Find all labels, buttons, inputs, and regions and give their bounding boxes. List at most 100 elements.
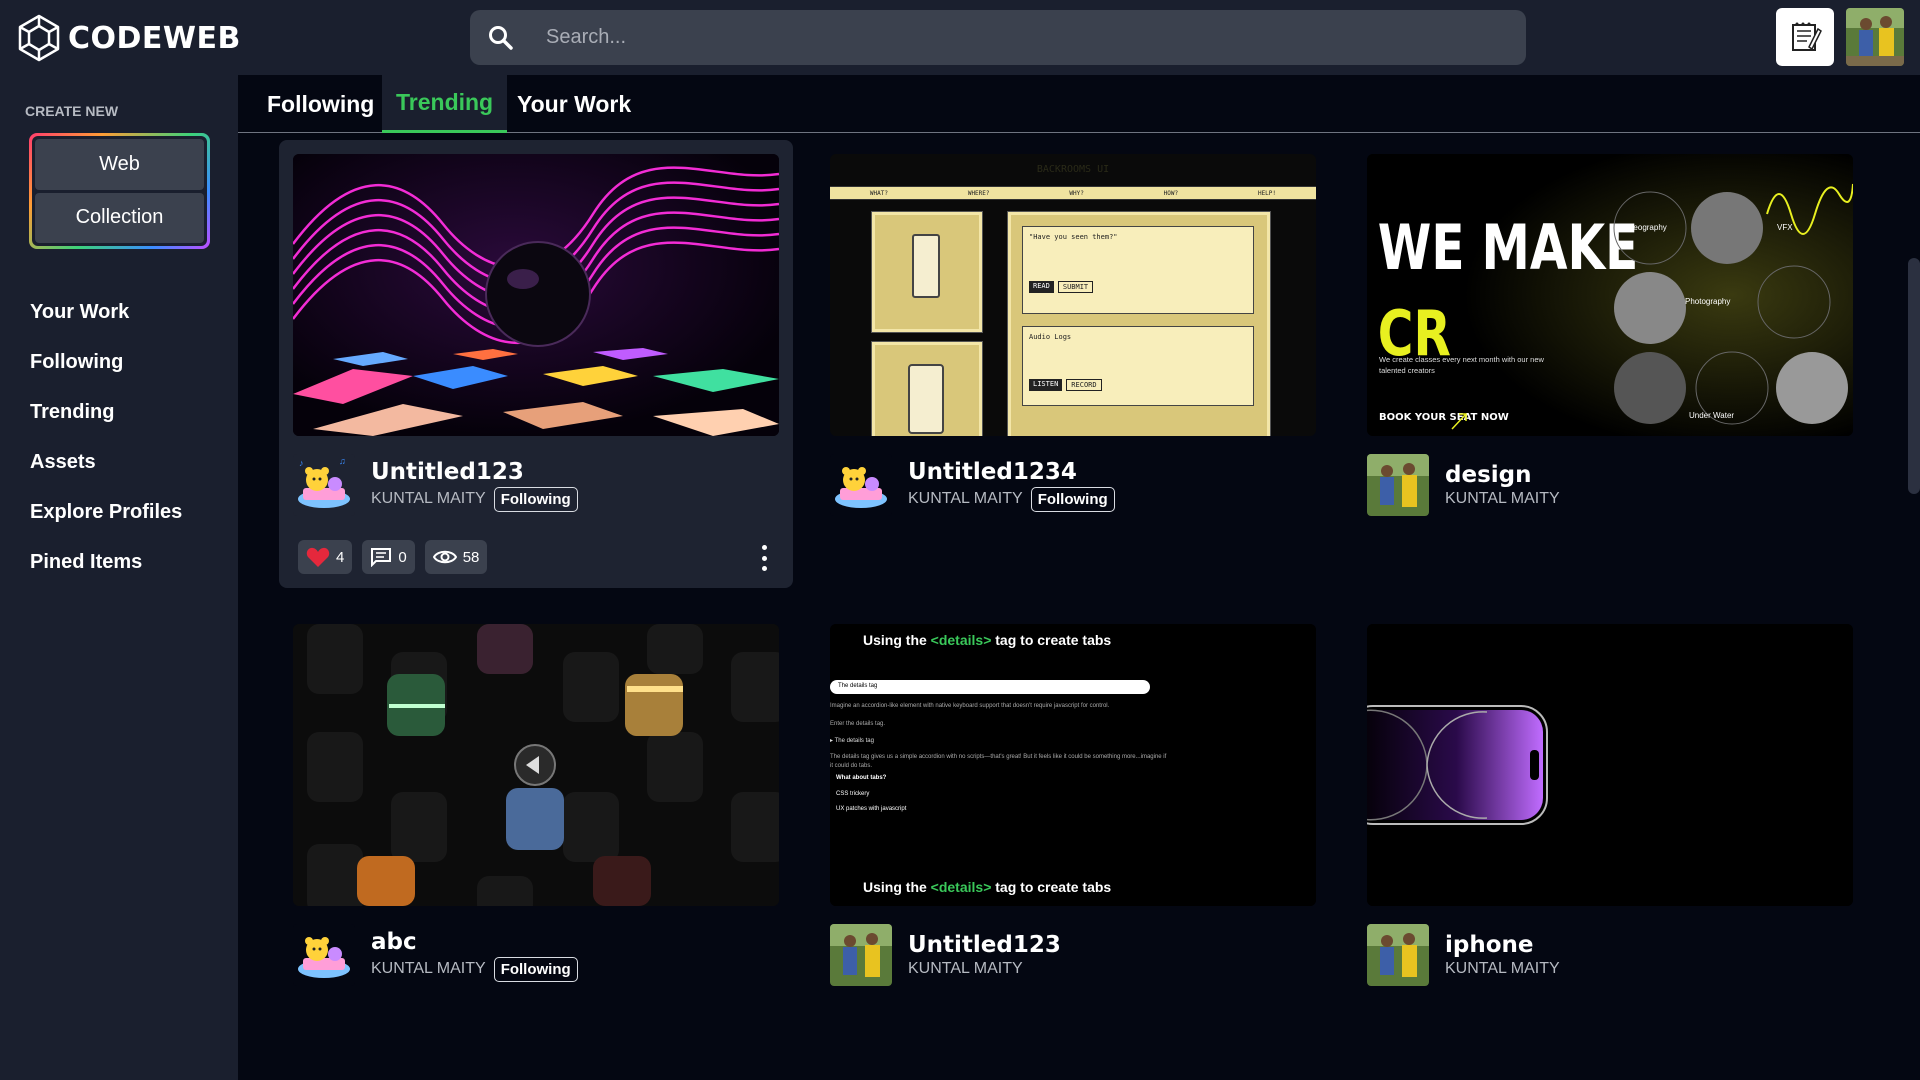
preview-header: BACKROOMS UI [1036, 164, 1110, 175]
sidebar-item-assets[interactable]: Assets [30, 437, 182, 487]
project-card[interactable]: WE MAKE CR We create classes every next … [1353, 140, 1867, 540]
more-options-icon[interactable] [759, 545, 769, 571]
project-author[interactable]: KUNTAL MAITY [908, 490, 1023, 508]
user-avatar[interactable] [1846, 8, 1904, 66]
comment-button[interactable]: 0 [362, 540, 415, 574]
project-title[interactable]: abc [371, 929, 578, 955]
like-count: 4 [336, 548, 345, 566]
sidebar-item-pined-items[interactable]: Pined Items [30, 537, 182, 587]
sidebar-item-following[interactable]: Following [30, 337, 182, 387]
project-card[interactable]: Using the <details> tag to create tabs T… [816, 610, 1330, 1010]
preview-pill: The details tag [830, 680, 1150, 694]
preview-menu-item: HELP! [1257, 189, 1277, 197]
create-web-button[interactable]: Web [35, 139, 204, 190]
preview-heading: Using the <details> tag to create tabs [863, 879, 1112, 895]
preview-line: What about tabs? [836, 774, 887, 781]
project-title[interactable]: Untitled123 [908, 932, 1061, 958]
preview-menu-item: WHY? [1069, 189, 1084, 197]
project-meta: ♪ ♫ Untitled123 KUNTAL MAITY Following [293, 454, 578, 516]
sidebar-item-your-work[interactable]: Your Work [30, 287, 182, 337]
notes-button[interactable] [1776, 8, 1834, 66]
project-card[interactable]: ♪ ♫ Untitled123 KUNTAL MAITY Following 4 … [279, 140, 793, 588]
project-author[interactable]: KUNTAL MAITY [371, 490, 486, 508]
bear-avatar-icon[interactable] [293, 924, 355, 986]
project-title[interactable]: Untitled1234 [908, 459, 1115, 485]
sidebar: CREATE NEW Web Collection Your Work Foll… [0, 75, 238, 1080]
search-icon[interactable] [486, 23, 516, 53]
project-card[interactable]: BACKROOMS UI WHAT? WHERE? WHY? HOW? HELP… [816, 140, 1330, 540]
preview-menu-item: WHAT? [869, 189, 888, 197]
preview-headline: WE MAKE [1378, 212, 1639, 284]
preview-subtext: We create classes every next month with … [1379, 355, 1544, 376]
project-meta: Untitled1234 KUNTAL MAITY Following [830, 454, 1115, 516]
svg-text:♫: ♫ [339, 456, 346, 466]
preview-line: Imagine an accordion-like element with n… [830, 703, 1110, 709]
project-preview[interactable] [1367, 624, 1853, 906]
sidebar-nav: Your Work Following Trending Assets Expl… [30, 287, 182, 587]
tab-trending[interactable]: Trending [382, 75, 508, 133]
bear-avatar-icon[interactable]: ♪ ♫ [293, 454, 355, 516]
bear-avatar-icon[interactable] [830, 454, 892, 516]
preview-menu-item: HOW? [1163, 189, 1179, 197]
project-preview[interactable]: WE MAKE CR We create classes every next … [1367, 154, 1853, 436]
author-photo[interactable] [1367, 454, 1429, 516]
preview-line: UX patches with javascript [836, 806, 907, 813]
project-card[interactable]: abc KUNTAL MAITY Following [279, 610, 793, 1010]
app-logo[interactable]: CODEWEB [18, 14, 241, 62]
notepad-icon [1792, 22, 1822, 51]
project-author[interactable]: KUNTAL MAITY [371, 960, 486, 978]
author-photo[interactable] [830, 924, 892, 986]
cube-logo-icon [18, 14, 60, 62]
preview-button: RECORD [1066, 379, 1102, 391]
preview-line: CSS trickery [836, 790, 870, 797]
preview-button: READ [1029, 281, 1054, 293]
create-collection-button[interactable]: Collection [35, 192, 204, 243]
project-title[interactable]: Untitled123 [371, 459, 578, 485]
sidebar-item-trending[interactable]: Trending [30, 387, 182, 437]
tab-following[interactable]: Following [267, 75, 374, 133]
like-button[interactable]: 4 [298, 540, 353, 574]
create-new-label: CREATE NEW [25, 103, 119, 119]
project-preview[interactable]: Using the <details> tag to create tabs T… [830, 624, 1316, 906]
eye-icon [432, 550, 457, 564]
preview-line: Enter the details tag. [830, 720, 886, 727]
following-badge: Following [493, 956, 578, 982]
project-preview[interactable] [293, 154, 779, 436]
project-card[interactable]: iphone KUNTAL MAITY [1353, 610, 1867, 1010]
author-photo[interactable] [1367, 924, 1429, 986]
preview-label: Photography [1685, 297, 1730, 306]
sidebar-item-explore-profiles[interactable]: Explore Profiles [30, 487, 182, 537]
preview-question: "Have you seen them?" [1029, 233, 1118, 241]
project-meta: design KUNTAL MAITY [1367, 454, 1560, 516]
tab-your-work[interactable]: Your Work [517, 75, 631, 133]
top-bar: CODEWEB [0, 0, 1920, 75]
project-author[interactable]: KUNTAL MAITY [1445, 960, 1560, 978]
preview-label: Under Water [1689, 411, 1734, 420]
search-bar[interactable] [470, 10, 1526, 65]
search-input[interactable] [546, 26, 1446, 49]
comment-count: 0 [398, 548, 407, 566]
project-meta: iphone KUNTAL MAITY [1367, 924, 1560, 986]
project-author[interactable]: KUNTAL MAITY [1445, 490, 1560, 508]
scrollbar[interactable] [1908, 258, 1920, 494]
view-count-badge: 58 [424, 540, 488, 574]
heart-icon [306, 547, 330, 567]
preview-label: VFX [1777, 223, 1793, 232]
feed-tabs: Following Trending Your Work [238, 75, 1920, 133]
project-title[interactable]: design [1445, 462, 1560, 488]
comment-icon [371, 548, 392, 567]
project-preview[interactable]: BACKROOMS UI WHAT? WHERE? WHY? HOW? HELP… [830, 154, 1316, 436]
preview-audio-heading: Audio Logs [1029, 333, 1072, 341]
following-badge: Following [493, 486, 578, 512]
project-stats: 4 0 58 [298, 540, 488, 574]
project-title[interactable]: iphone [1445, 932, 1560, 958]
preview-line: ▸ The details tag [830, 738, 874, 745]
preview-heading: Using the <details> tag to create tabs [863, 632, 1112, 648]
preview-cta: BOOK YOUR SEAT NOW [1379, 412, 1509, 423]
project-meta: Untitled123 KUNTAL MAITY [830, 924, 1061, 986]
app-name: CODEWEB [68, 20, 241, 56]
project-preview[interactable] [293, 624, 779, 906]
create-new-panel: Web Collection [29, 133, 210, 249]
project-author[interactable]: KUNTAL MAITY [908, 960, 1023, 978]
view-count: 58 [462, 548, 480, 566]
